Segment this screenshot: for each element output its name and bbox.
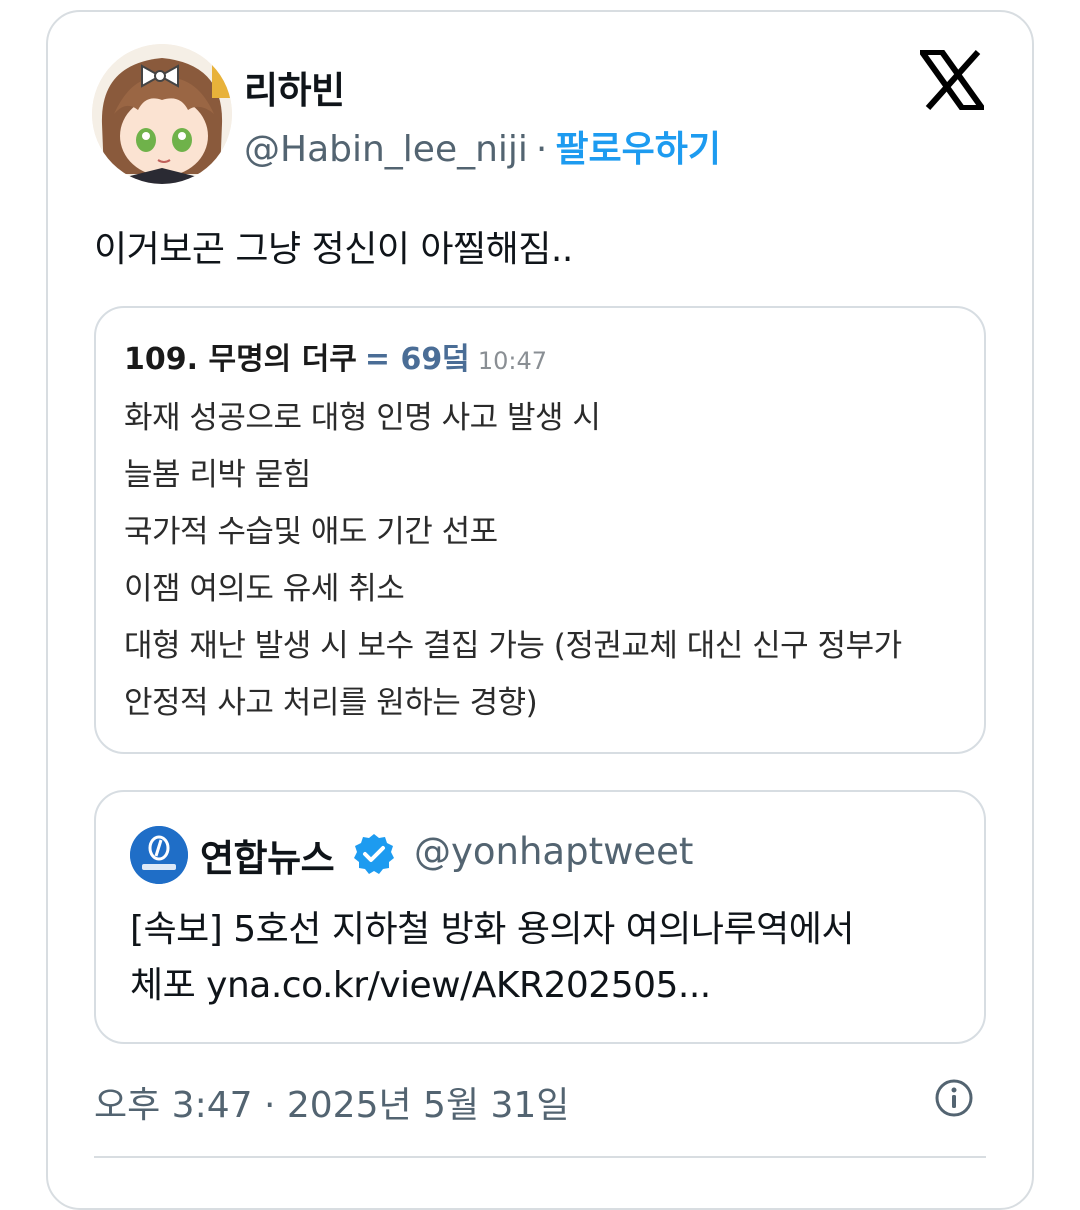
post-line: 대형 재난 발생 시 보수 결집 가능 (정권교체 대신 신구 정부가 [124,628,902,664]
divider [94,1156,986,1158]
x-logo-icon[interactable] [916,49,988,111]
post-line: 안정적 사고 처리를 원하는 경향) [124,685,538,721]
post-time: 10:47 [477,347,548,375]
quoted-text: [속보] 5호선 지하철 방화 용의자 여의나루역에서 체포 yna.co.kr… [130,902,855,1014]
post-number: 109. 무명의 더쿠 [124,342,357,377]
verified-badge-icon [352,832,396,876]
attached-image[interactable]: 109. 무명의 더쿠 = 69덬 10:47 화재 성공으로 대형 인명 사고 발… [94,306,986,754]
anime-character-avatar-icon [92,44,232,184]
post-header: 109. 무명의 더쿠 = 69덬 10:47 [124,334,547,378]
post-line: 늘봄 리박 묻힘 [124,457,311,493]
author-display-name[interactable]: 리하빈 [244,60,345,114]
post-line: 국가적 수습및 애도 기간 선포 [124,514,498,550]
quoted-handle[interactable]: @yonhaptweet [414,830,693,873]
info-icon[interactable] [934,1078,974,1118]
author-handle-line: @Habin_lee_niji · 팔로우하기 [244,120,721,172]
quoted-text-line: [속보] 5호선 지하철 방화 용의자 여의나루역에서 [130,909,855,950]
author-handle[interactable]: @Habin_lee_niji [244,129,528,170]
post-body: 화재 성공으로 대형 인명 사고 발생 시 늘봄 리박 묻힘 국가적 수습및 애… [124,396,902,738]
post-score: = 69덬 [364,342,470,377]
separator-dot: · [535,129,548,170]
yonhap-logo-icon [130,826,188,884]
post-line: 이잼 여의도 유세 취소 [124,571,405,607]
tweet-timestamp[interactable]: 오후 3:47 · 2025년 5월 31일 [94,1076,569,1128]
author-avatar[interactable] [92,44,232,184]
post-line: 화재 성공으로 대형 인명 사고 발생 시 [124,400,601,436]
quoted-tweet[interactable]: 연합뉴스 @yonhaptweet [속보] 5호선 지하철 방화 용의자 여의… [94,790,986,1044]
quoted-text-line: 체포 yna.co.kr/view/AKR202505... [130,965,711,1006]
tweet-text: 이거보곤 그냥 정신이 아찔해짐.. [94,229,573,270]
follow-button[interactable]: 팔로우하기 [555,129,721,170]
quoted-account-name[interactable]: 연합뉴스 [200,828,335,882]
